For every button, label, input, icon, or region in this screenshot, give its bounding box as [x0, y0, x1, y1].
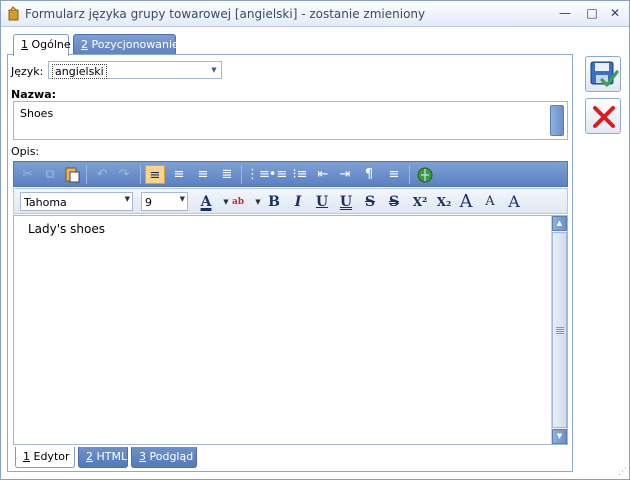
tab-preview-label: Podgląd [146, 450, 194, 463]
name-label: Nazwa: [11, 88, 57, 101]
scroll-up-icon[interactable]: ▲ [552, 216, 567, 231]
chevron-down-icon[interactable]: ▼ [207, 62, 221, 78]
minimize-button[interactable]: — [557, 6, 573, 20]
highlight-color-icon[interactable]: ab [228, 192, 248, 212]
grip-line [556, 333, 564, 334]
tab-html-label: HTML [93, 450, 128, 463]
description-editor[interactable]: Lady's shoes ▲ ▼ [13, 215, 568, 445]
tab-general-label: Ogólne [28, 38, 71, 51]
tab-html-key: 2 [86, 450, 93, 463]
paragraph-icon[interactable]: ¶ [359, 165, 379, 184]
font-size-a-icon[interactable]: A [504, 192, 524, 212]
scroll-down-icon[interactable]: ▼ [552, 429, 567, 444]
grip-line [556, 327, 564, 328]
editor-toolbar-1: ✂ ⧉ ↶ ↷ ≡ ≡ ≡ ≣ ⋮≡ •≡ ⁝≡ ⇤ ⇥ ¶ ≡ [13, 161, 568, 187]
align-center-icon[interactable]: ≡ [169, 165, 189, 184]
strikethrough-icon[interactable]: S [360, 192, 380, 212]
line-spacing-icon[interactable]: ≡ [384, 165, 404, 184]
font-family-value: Tahoma [24, 196, 67, 209]
font-size-select[interactable]: 9 ▼ [141, 192, 188, 211]
form-window: Formularz języka grupy towarowej [angiel… [0, 0, 630, 480]
cancel-button[interactable] [585, 98, 621, 134]
bold-icon[interactable]: B [264, 192, 284, 212]
justify-icon[interactable]: ≣ [217, 165, 237, 184]
language-label: Język: [11, 65, 44, 78]
resize-grip-icon[interactable]: ⋰ [618, 467, 627, 477]
general-panel: Język: angielski ▼ Nazwa: Shoes Opis: ✂ … [7, 54, 573, 472]
tab-preview[interactable]: 3 Podgląd [131, 447, 197, 468]
editor-content[interactable]: Lady's shoes [28, 222, 105, 236]
app-icon [8, 6, 19, 21]
redo-icon[interactable]: ↷ [114, 165, 134, 184]
tab-editor-label: Edytor [30, 450, 70, 463]
save-disk-check-icon [590, 61, 619, 87]
tab-editor-key: 1 [23, 450, 30, 463]
tab-preview-key: 3 [139, 450, 146, 463]
font-family-select[interactable]: Tahoma ▼ [20, 192, 133, 211]
tab-positioning-key: 2 [81, 38, 88, 51]
numbered-list-icon[interactable]: ⋮≡ [246, 165, 270, 184]
align-left-icon[interactable]: ≡ [145, 165, 165, 184]
language-select[interactable]: angielski ▼ [48, 61, 222, 79]
toolbar-separator [241, 165, 242, 184]
toolbar-separator [140, 165, 141, 184]
grip-line [556, 331, 564, 332]
title-bar: Formularz języka grupy towarowej [angiel… [1, 1, 629, 27]
close-button[interactable]: ✕ [607, 6, 623, 20]
name-scrollbar[interactable] [550, 105, 564, 136]
shrink-font-icon[interactable]: A [480, 192, 500, 212]
tab-positioning-label: Pozycjonowanie [88, 38, 179, 51]
toolbar-separator [86, 165, 87, 184]
description-label: Opis: [11, 145, 40, 158]
tab-html[interactable]: 2 HTML [78, 447, 128, 468]
copy-icon[interactable]: ⧉ [40, 165, 60, 184]
hyperlink-icon[interactable] [415, 165, 435, 184]
chevron-down-icon[interactable]: ▼ [125, 195, 130, 203]
grip-line [556, 329, 564, 330]
editor-scrollbar[interactable]: ▲ ▼ [551, 216, 567, 444]
double-strikethrough-icon[interactable]: S [384, 192, 404, 212]
toolbar-separator [409, 165, 410, 184]
editor-toolbar-2: Tahoma ▼ 9 ▼ A ▼ ab ▼ B I U U S S X² X₂ … [13, 188, 568, 214]
maximize-button[interactable]: □ [584, 6, 600, 20]
scrollbar-thumb[interactable] [552, 232, 567, 428]
cut-icon[interactable]: ✂ [18, 165, 38, 184]
multilevel-list-icon[interactable]: ⁝≡ [290, 165, 310, 184]
tab-general-key: 1 [21, 38, 28, 51]
superscript-icon[interactable]: X² [410, 192, 430, 212]
font-color-icon[interactable]: A [196, 192, 216, 212]
cancel-x-icon [593, 106, 615, 128]
indent-icon[interactable]: ⇥ [335, 165, 355, 184]
name-value: Shoes [20, 107, 54, 120]
double-underline-icon[interactable]: U [336, 192, 356, 212]
undo-icon[interactable]: ↶ [92, 165, 112, 184]
window-title: Formularz języka grupy towarowej [angiel… [25, 7, 426, 21]
align-right-icon[interactable]: ≡ [193, 165, 213, 184]
chevron-down-icon[interactable]: ▼ [180, 195, 185, 203]
outdent-icon[interactable]: ⇤ [313, 165, 333, 184]
tab-editor[interactable]: 1 Edytor [15, 447, 75, 468]
tab-general[interactable]: 1 Ogólne [13, 34, 71, 56]
underline-icon[interactable]: U [312, 192, 332, 212]
bullet-list-icon[interactable]: •≡ [268, 165, 288, 184]
grow-font-icon[interactable]: A [456, 192, 476, 212]
save-button[interactable] [585, 56, 621, 92]
tab-positioning[interactable]: 2 Pozycjonowanie [73, 34, 179, 55]
name-field[interactable]: Shoes [13, 101, 568, 140]
italic-icon[interactable]: I [288, 192, 308, 212]
paste-icon[interactable] [62, 165, 82, 184]
subscript-icon[interactable]: X₂ [434, 192, 454, 212]
font-size-value: 9 [145, 196, 152, 209]
language-value: angielski [52, 64, 107, 79]
